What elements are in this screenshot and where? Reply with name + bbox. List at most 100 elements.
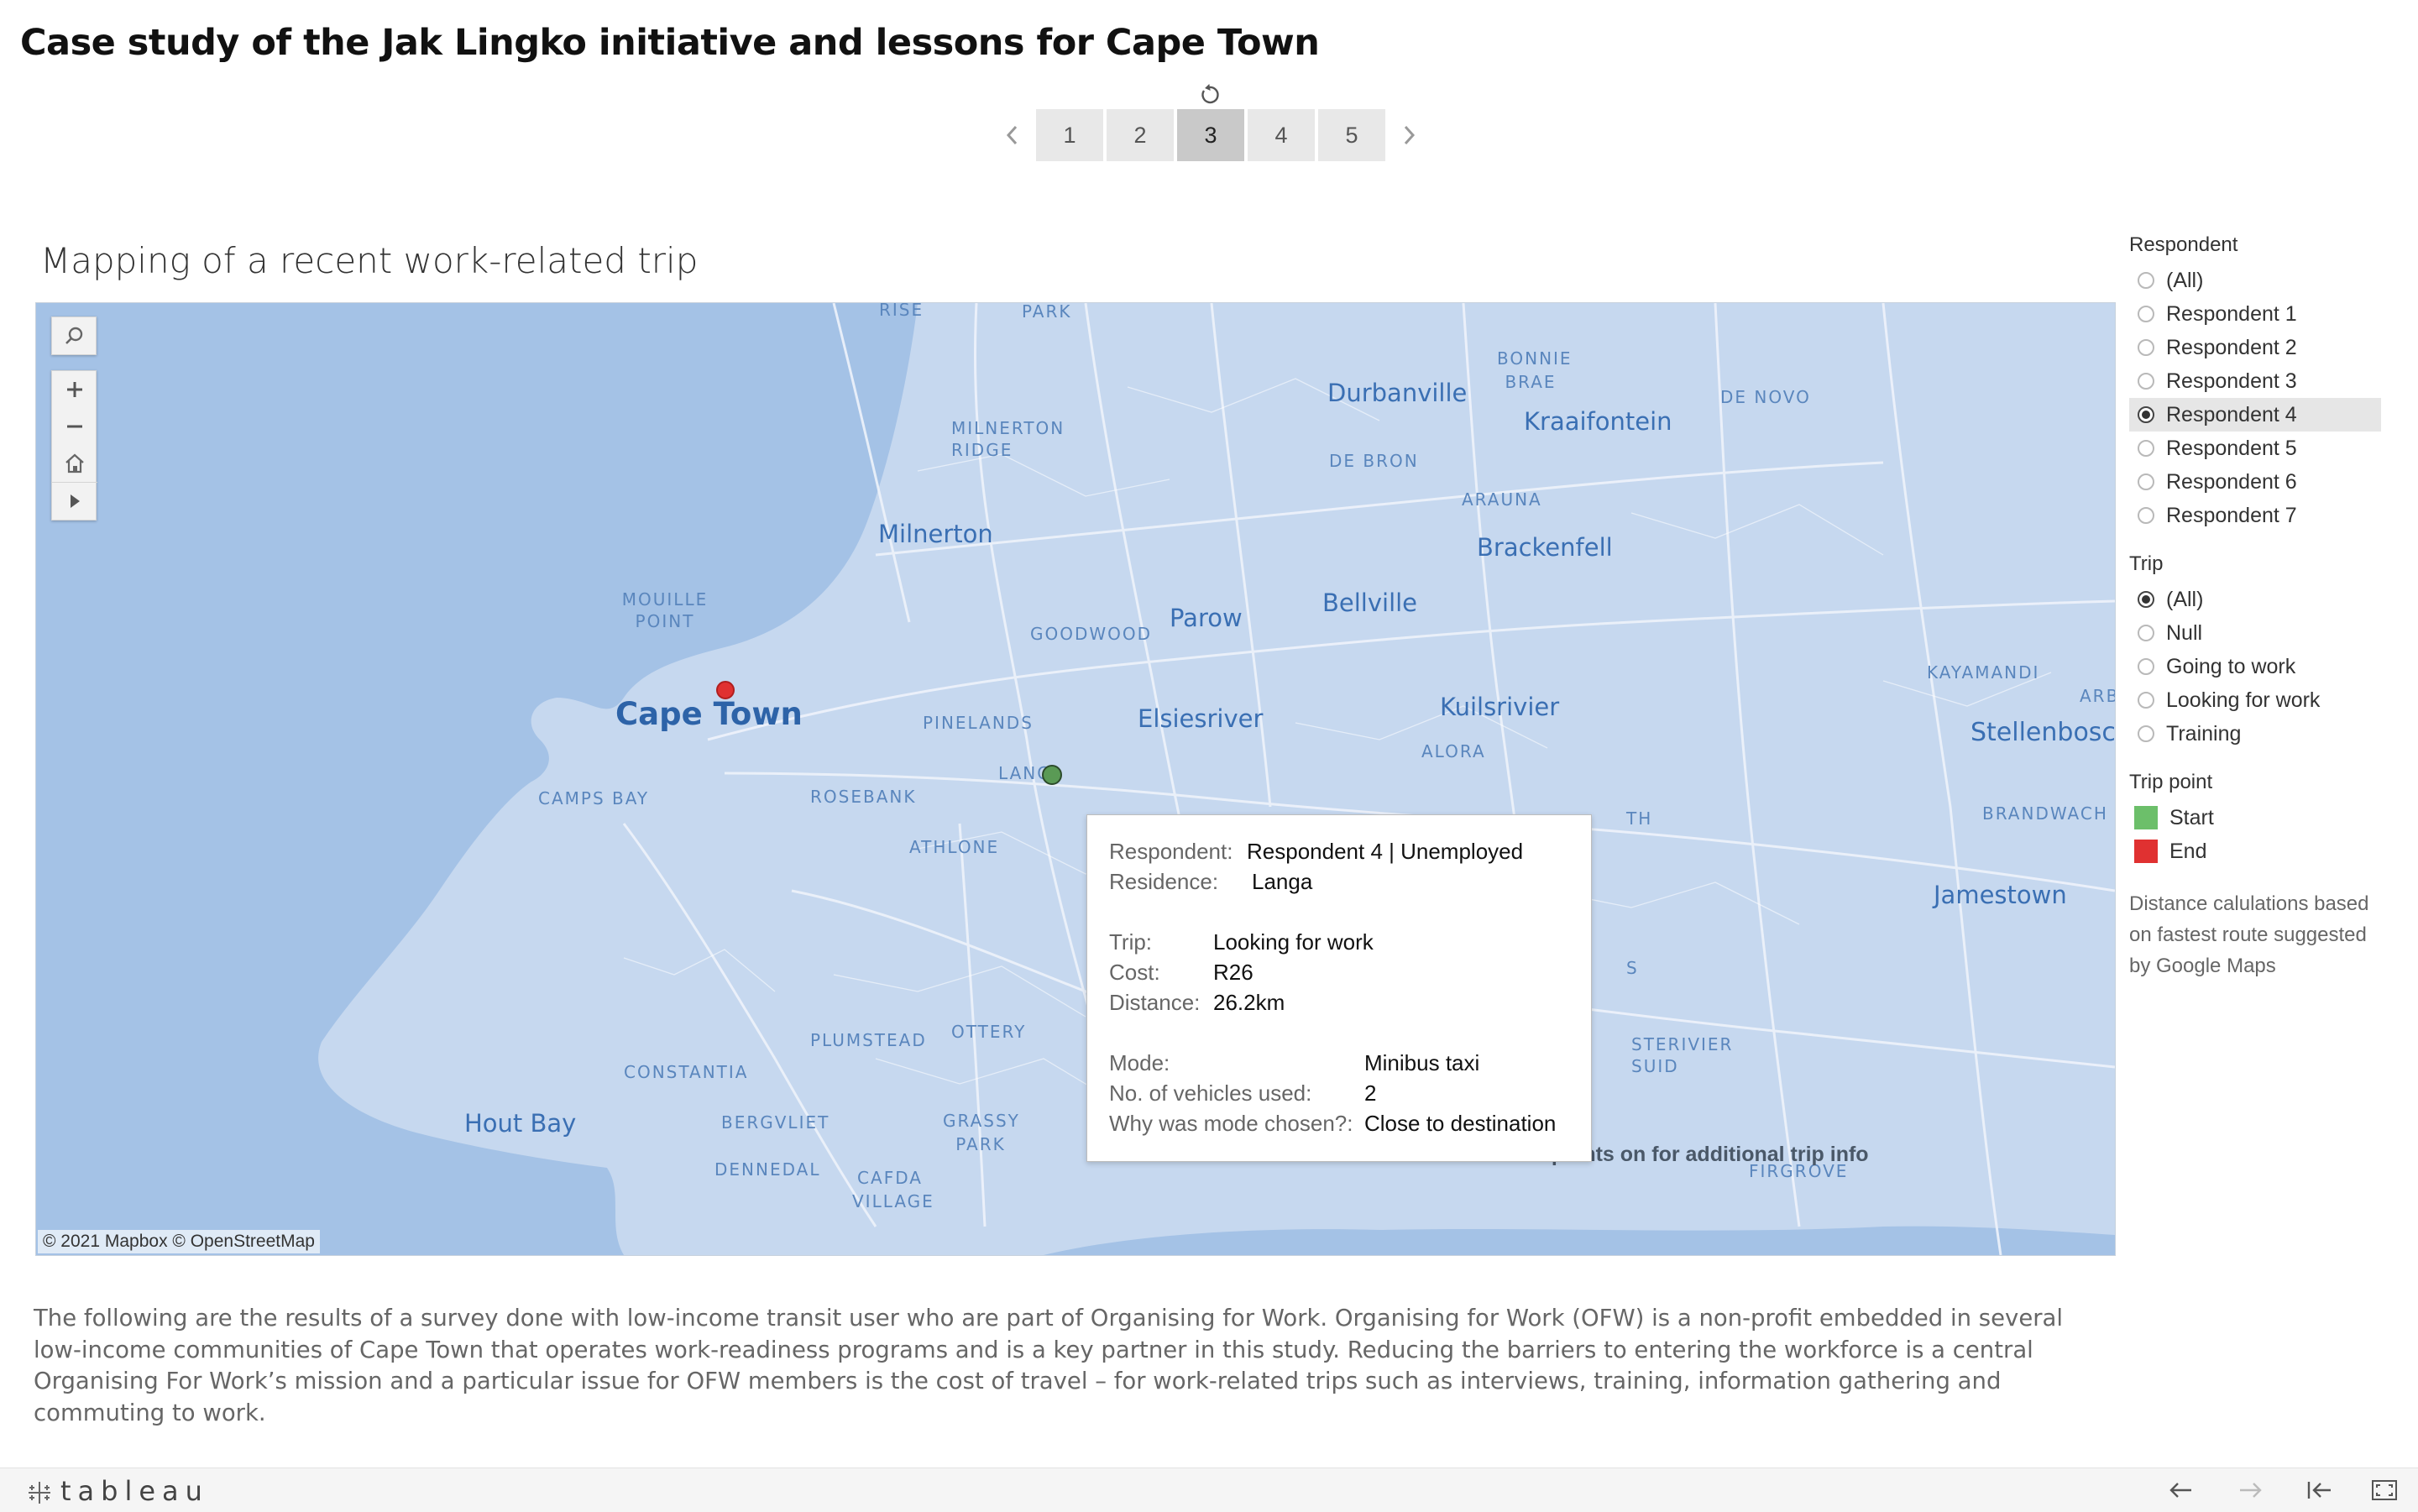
place-label-parow: Parow bbox=[1170, 604, 1243, 632]
place-label-fragment-th: TH bbox=[1626, 808, 1653, 829]
radio-button[interactable] bbox=[2138, 591, 2154, 608]
trip-option[interactable]: Null bbox=[2129, 616, 2381, 650]
trip-start-point[interactable] bbox=[1042, 765, 1062, 785]
respondent-option-label: Respondent 3 bbox=[2166, 369, 2297, 393]
section-title: Mapping of a recent work-related trip bbox=[40, 240, 699, 281]
place-label-kuilsrivier: Kuilsrivier bbox=[1440, 693, 1560, 721]
undo-icon[interactable] bbox=[2166, 1477, 2196, 1504]
radio-button[interactable] bbox=[2138, 339, 2154, 356]
page-title: Case study of the Jak Lingko initiative … bbox=[20, 22, 1320, 64]
page-button-2[interactable]: 2 bbox=[1107, 109, 1174, 161]
radio-button[interactable] bbox=[2138, 306, 2154, 322]
place-label-bellville: Bellville bbox=[1322, 589, 1418, 617]
revert-all-icon[interactable] bbox=[2304, 1477, 2334, 1504]
place-label-athlone: ATHLONE bbox=[909, 837, 1000, 857]
zoom-in-icon[interactable] bbox=[52, 371, 97, 408]
fullscreen-icon[interactable] bbox=[2369, 1477, 2400, 1504]
radio-button[interactable] bbox=[2138, 625, 2154, 641]
respondent-option-label: Respondent 4 bbox=[2166, 402, 2297, 426]
place-label-ottery: OTTERY bbox=[951, 1022, 1027, 1042]
tableau-logo[interactable]: tableau bbox=[27, 1475, 209, 1507]
prev-page-button[interactable] bbox=[992, 109, 1033, 161]
respondent-option[interactable]: Respondent 1 bbox=[2129, 297, 2381, 331]
radio-button[interactable] bbox=[2138, 440, 2154, 457]
radio-button[interactable] bbox=[2138, 272, 2154, 289]
tooltip-cost-label: Cost: bbox=[1109, 960, 1160, 985]
trip-end-point[interactable] bbox=[716, 681, 735, 699]
place-label-kayamandi: KAYAMANDI bbox=[1927, 662, 2040, 683]
respondent-option[interactable]: (All) bbox=[2129, 264, 2381, 297]
legend-swatch bbox=[2134, 840, 2158, 863]
place-label-pinelands: PINELANDS bbox=[923, 713, 1034, 733]
radio-button[interactable] bbox=[2138, 658, 2154, 675]
legend-label: Start bbox=[2169, 805, 2214, 829]
respondent-option[interactable]: Respondent 5 bbox=[2129, 432, 2381, 465]
survey-description: The following are the results of a surve… bbox=[34, 1305, 2064, 1426]
place-label-cape-town: Cape Town bbox=[615, 696, 803, 732]
place-label-durbanville: Durbanville bbox=[1327, 379, 1468, 407]
page-button-4[interactable]: 4 bbox=[1248, 109, 1315, 161]
tooltip-respondent-value: Respondent 4 | Unemployed bbox=[1247, 839, 1524, 864]
radio-button[interactable] bbox=[2138, 473, 2154, 490]
trip-option[interactable]: Training bbox=[2129, 717, 2381, 751]
map-attribution[interactable]: © 2021 Mapbox © OpenStreetMap bbox=[38, 1230, 320, 1253]
page-button-3[interactable]: 3 bbox=[1177, 109, 1244, 161]
trip-filter-title: Trip bbox=[2129, 552, 2164, 575]
respondent-option[interactable]: Respondent 7 bbox=[2129, 499, 2381, 532]
respondent-option[interactable]: Respondent 6 bbox=[2129, 465, 2381, 499]
place-label-plumstead: PLUMSTEAD bbox=[810, 1030, 927, 1050]
place-label-arbi: ARBI bbox=[2080, 686, 2115, 706]
tooltip-distance-value: 26.2km bbox=[1213, 990, 1285, 1015]
respondent-option-label: Respondent 5 bbox=[2166, 436, 2297, 460]
respondent-filter-title: Respondent bbox=[2129, 233, 2238, 256]
respondent-option[interactable]: Respondent 2 bbox=[2129, 331, 2381, 364]
home-icon[interactable] bbox=[52, 445, 97, 482]
tooltip-why-value: Close to destination bbox=[1364, 1111, 1557, 1136]
trip-option[interactable]: Going to work bbox=[2129, 650, 2381, 683]
place-label-sterivier-suid: STERIVIER SUID bbox=[1631, 1034, 1734, 1076]
place-label-brackenfell: Brackenfell bbox=[1477, 533, 1613, 562]
trip-map[interactable]: Cape Town Milnerton MILNERTON RIDGE MOUI… bbox=[35, 302, 2116, 1256]
revert-icon[interactable] bbox=[1197, 82, 1222, 107]
tableau-wordmark: tableau bbox=[60, 1475, 209, 1507]
play-icon[interactable] bbox=[52, 482, 97, 520]
trip-point-legend-title: Trip point bbox=[2129, 771, 2213, 793]
legend-label: End bbox=[2169, 839, 2207, 863]
page-button-1[interactable]: 1 bbox=[1036, 109, 1103, 161]
place-label-park: PARK bbox=[1022, 302, 1072, 322]
legend-item[interactable]: End bbox=[2129, 834, 2381, 868]
respondent-option-label: Respondent 7 bbox=[2166, 503, 2297, 527]
place-label-bonnie-brae: BONNIE BRAE bbox=[1497, 348, 1573, 392]
place-label-kraaifontein: Kraaifontein bbox=[1524, 407, 1672, 436]
place-label-stellenbosch: Stellenbosch bbox=[1971, 718, 2116, 747]
respondent-filter: (All) Respondent 1 Respondent 2 Respondent … bbox=[2129, 264, 2381, 532]
tooltip-vehicles-label: No. of vehicles used: bbox=[1109, 1080, 1312, 1106]
respondent-option[interactable]: Respondent 4 bbox=[2129, 398, 2381, 432]
radio-button[interactable] bbox=[2138, 725, 2154, 742]
legend-item[interactable]: Start bbox=[2129, 801, 2381, 834]
radio-button[interactable] bbox=[2138, 373, 2154, 390]
place-label-goodwood: GOODWOOD bbox=[1030, 624, 1153, 644]
trip-option[interactable]: Looking for work bbox=[2129, 683, 2381, 717]
trip-option-label: (All) bbox=[2166, 587, 2204, 611]
trip-option[interactable]: (All) bbox=[2129, 583, 2381, 616]
next-page-button[interactable] bbox=[1389, 109, 1429, 161]
tableau-mark-icon bbox=[29, 1482, 50, 1504]
place-label-de-novo: DE NOVO bbox=[1720, 387, 1811, 407]
trip-filter: (All) Null Going to work Looking for work Tr… bbox=[2129, 583, 2381, 751]
search-icon[interactable] bbox=[52, 317, 97, 354]
legend-swatch bbox=[2134, 806, 2158, 829]
trip-option-label: Going to work bbox=[2166, 654, 2296, 678]
map-base bbox=[36, 303, 2115, 1255]
trip-option-label: Looking for work bbox=[2166, 688, 2321, 712]
place-label-jamestown: Jamestown bbox=[1934, 881, 2067, 909]
radio-button[interactable] bbox=[2138, 507, 2154, 524]
radio-button[interactable] bbox=[2138, 692, 2154, 709]
redo-icon[interactable] bbox=[2235, 1477, 2265, 1504]
respondent-option[interactable]: Respondent 3 bbox=[2129, 364, 2381, 398]
place-label-alora: ALORA bbox=[1421, 741, 1486, 761]
place-label-fragment-s: S bbox=[1626, 958, 1639, 978]
page-button-5[interactable]: 5 bbox=[1318, 109, 1385, 161]
zoom-out-icon[interactable] bbox=[52, 408, 97, 445]
radio-button[interactable] bbox=[2138, 406, 2154, 423]
